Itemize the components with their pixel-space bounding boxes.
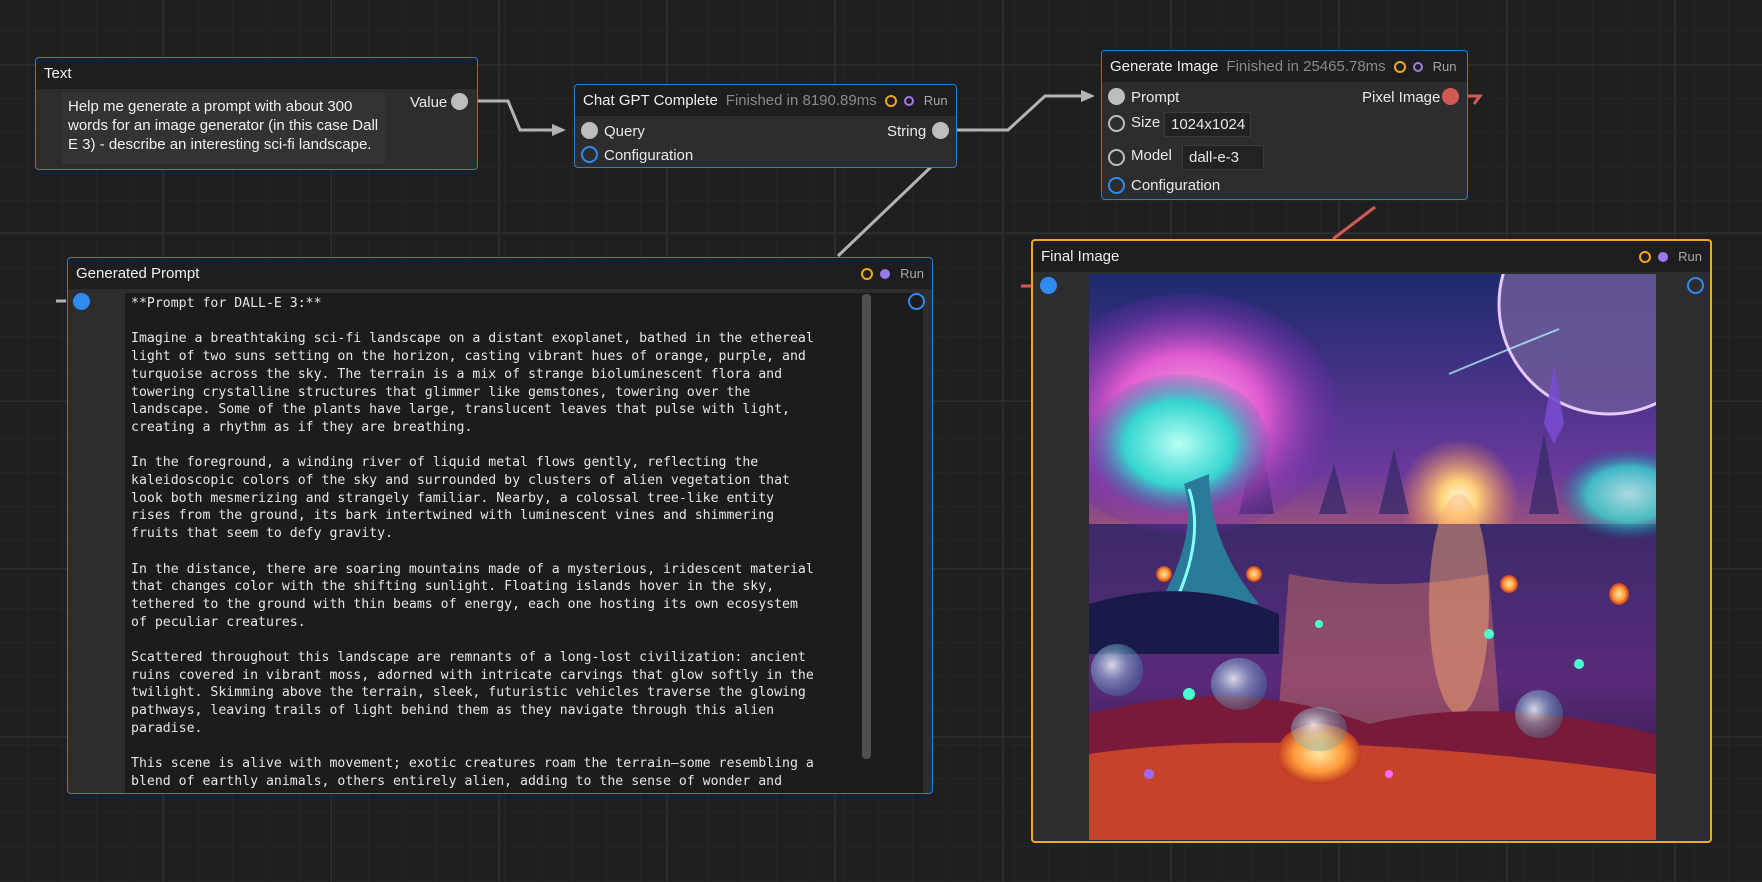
configuration-input-port[interactable] [581, 146, 598, 163]
model-label: Model [1131, 147, 1172, 164]
run-button[interactable]: Run [900, 266, 924, 281]
size-label: Size [1131, 114, 1161, 131]
text-input-port[interactable] [73, 293, 90, 310]
image-input-port[interactable] [1040, 277, 1057, 294]
size-field[interactable]: 1024x1024 [1164, 112, 1251, 137]
node-title: Generate Image [1110, 58, 1219, 75]
query-input-port[interactable] [581, 122, 598, 139]
prompt-input-port[interactable] [1108, 88, 1125, 105]
generated-prompt-node[interactable]: Generated Prompt Run **Prompt for DALL-E… [67, 257, 933, 794]
configuration-label: Configuration [604, 147, 694, 164]
text-output-port[interactable] [908, 293, 925, 310]
prompt-label: Prompt [1131, 89, 1180, 106]
node-header[interactable]: Generate Image Finished in 25465.78ms Ru… [1102, 51, 1467, 82]
size-input-port[interactable] [1108, 115, 1125, 132]
generate-image-node[interactable]: Generate Image Finished in 25465.78ms Ru… [1101, 50, 1468, 200]
node-title: Generated Prompt [76, 265, 200, 282]
string-output-port[interactable] [932, 122, 949, 139]
wire-string-to-generated [836, 164, 934, 258]
configuration-label: Configuration [1131, 177, 1221, 194]
value-output-label: Value [410, 94, 448, 111]
wire-string-to-prompt [950, 94, 1088, 132]
status-dot-icon [1393, 60, 1406, 73]
generated-image [1089, 274, 1656, 840]
run-button[interactable]: Run [924, 93, 948, 108]
chat-gpt-node[interactable]: Chat GPT Complete Finished in 8190.89ms … [574, 84, 957, 168]
image-output-port[interactable] [1687, 277, 1704, 294]
wire-arrow-query [552, 124, 566, 136]
status-text: Finished in 25465.78ms [1226, 58, 1386, 75]
node-title: Final Image [1041, 248, 1120, 265]
pixel-image-label: Pixel Image [1362, 89, 1441, 106]
wire-pixel-out [1468, 94, 1483, 105]
status-dot-icon [1639, 250, 1652, 263]
model-field[interactable]: dall-e-3 [1182, 145, 1264, 170]
node-title: Chat GPT Complete [583, 92, 718, 109]
pixel-image-output-port[interactable] [1442, 88, 1459, 105]
node-header[interactable]: Final Image Run [1033, 241, 1710, 272]
status-text: Finished in 8190.89ms [725, 92, 877, 109]
run-button[interactable]: Run [1433, 59, 1457, 74]
text-node[interactable]: Text Help me generate a prompt with abou… [35, 57, 478, 170]
node-header[interactable]: Text [36, 58, 477, 89]
trigger-dot-icon [1658, 251, 1669, 262]
node-header[interactable]: Generated Prompt Run [68, 258, 932, 289]
wire-arrow-prompt [1081, 90, 1095, 102]
generated-prompt-text[interactable]: **Prompt for DALL-E 3:** Imagine a breat… [125, 293, 923, 793]
node-title: Text [44, 65, 72, 82]
scrollbar-thumb[interactable] [862, 294, 871, 759]
status-dot-icon [884, 94, 897, 107]
string-output-label: String [887, 123, 927, 140]
final-image-node[interactable]: Final Image Run [1031, 239, 1712, 843]
text-value-input[interactable]: Help me generate a prompt with about 300… [62, 92, 385, 164]
trigger-dot-icon [903, 95, 914, 106]
node-header[interactable]: Chat GPT Complete Finished in 8190.89ms … [575, 85, 956, 116]
trigger-dot-icon [1412, 61, 1423, 72]
query-label: Query [604, 123, 645, 140]
status-dot-icon [861, 267, 874, 280]
model-input-port[interactable] [1108, 149, 1125, 166]
configuration-input-port[interactable] [1108, 177, 1125, 194]
trigger-dot-icon [880, 268, 891, 279]
wire-pixel-to-final [1332, 205, 1376, 241]
run-button[interactable]: Run [1678, 249, 1702, 264]
wire-text-to-query [469, 99, 560, 132]
value-output-port[interactable] [451, 93, 468, 110]
